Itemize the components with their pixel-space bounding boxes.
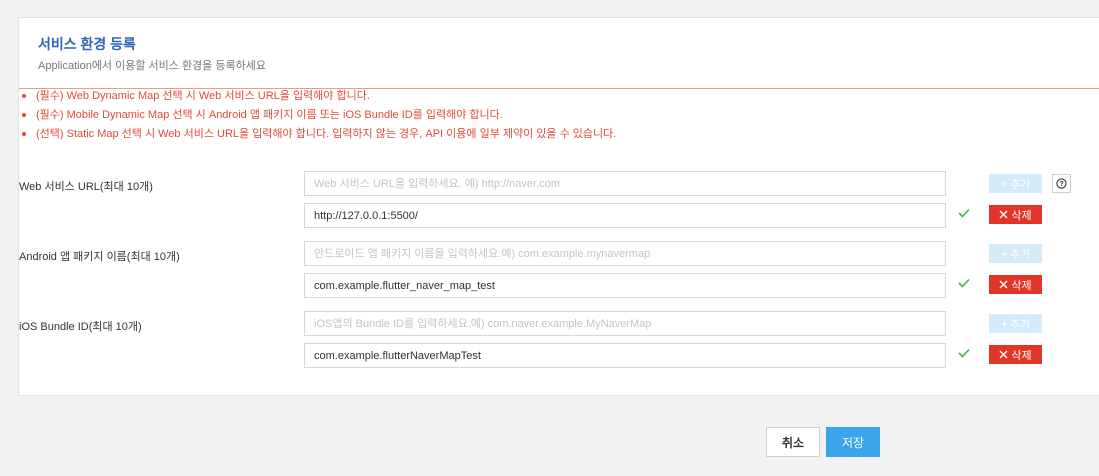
notice-item: (필수) Web Dynamic Map 선택 시 Web 서비스 URL을 입…: [20, 88, 616, 107]
plus-icon: +: [1000, 246, 1009, 261]
cancel-button[interactable]: 취소: [766, 427, 820, 457]
close-icon: [999, 280, 1008, 289]
close-icon: [999, 210, 1008, 219]
check-icon: [958, 348, 970, 358]
android-package-add-button[interactable]: + 추가: [989, 244, 1042, 263]
android-package-label: Android 앱 패키지 이름(최대 10개): [19, 251, 180, 263]
add-button-label: 추가: [1010, 178, 1031, 191]
ios-bundle-registered-field[interactable]: com.example.flutterNaverMapTest: [304, 343, 946, 368]
delete-button-label: 삭제: [1011, 279, 1032, 292]
notice-item: (필수) Mobile Dynamic Map 선택 시 Android 앱 패…: [20, 107, 616, 126]
save-button[interactable]: 저장: [826, 427, 880, 457]
page-subtitle: Application에서 이용할 서비스 환경을 등록하세요: [38, 60, 266, 72]
ios-bundle-delete-button[interactable]: 삭제: [989, 345, 1042, 364]
question-icon: ?: [1056, 178, 1067, 189]
web-url-input[interactable]: [304, 171, 946, 196]
delete-button-label: 삭제: [1011, 209, 1032, 222]
plus-icon: +: [1000, 176, 1009, 191]
plus-icon: +: [1000, 316, 1009, 331]
add-button-label: 추가: [1010, 248, 1031, 261]
ios-bundle-value: com.example.flutterNaverMapTest: [314, 349, 481, 362]
panel-header: 서비스 환경 등록 Application에서 이용할 서비스 환경을 등록하세…: [19, 18, 1099, 89]
android-package-delete-button[interactable]: 삭제: [989, 275, 1042, 294]
web-url-add-button[interactable]: + 추가: [989, 174, 1042, 193]
notice-item: (선택) Static Map 선택 시 Web 서비스 URL을 입력해야 합…: [20, 126, 616, 145]
svg-text:?: ?: [1059, 179, 1064, 188]
ios-bundle-input[interactable]: [304, 311, 946, 336]
web-url-label: Web 서비스 URL(최대 10개): [19, 181, 153, 193]
android-package-value: com.example.flutter_naver_map_test: [314, 279, 495, 292]
ios-bundle-label: iOS Bundle ID(최대 10개): [19, 321, 142, 333]
close-icon: [999, 350, 1008, 359]
check-icon: [958, 278, 970, 288]
web-url-value: http://127.0.0.1:5500/: [314, 209, 418, 222]
web-url-registered-field[interactable]: http://127.0.0.1:5500/: [304, 203, 946, 228]
android-package-registered-field[interactable]: com.example.flutter_naver_map_test: [304, 273, 946, 298]
add-button-label: 추가: [1010, 318, 1031, 331]
web-url-delete-button[interactable]: 삭제: [989, 205, 1042, 224]
page-title: 서비스 환경 등록: [38, 36, 136, 52]
ios-bundle-add-button[interactable]: + 추가: [989, 314, 1042, 333]
check-icon: [958, 208, 970, 218]
help-button[interactable]: ?: [1052, 174, 1071, 193]
delete-button-label: 삭제: [1011, 349, 1032, 362]
android-package-input[interactable]: [304, 241, 946, 266]
notice-list: (필수) Web Dynamic Map 선택 시 Web 서비스 URL을 입…: [20, 88, 616, 145]
